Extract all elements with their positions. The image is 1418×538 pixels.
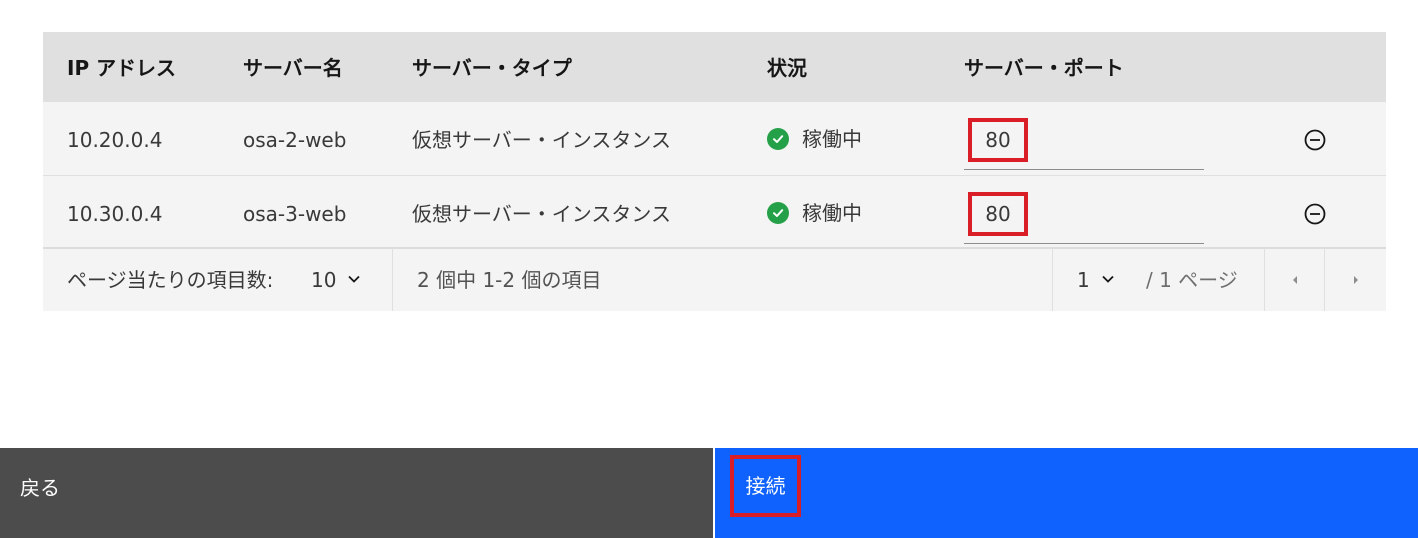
caret-right-icon xyxy=(1351,271,1361,290)
status-text: 稼働中 xyxy=(802,201,862,225)
items-per-page: ページ当たりの項目数: 10 xyxy=(43,249,393,311)
table-row: 10.20.0.4 osa-2-web 仮想サーバー・インスタンス 稼働中 80 xyxy=(43,102,1386,176)
page-select[interactable]: 1 xyxy=(1077,249,1116,311)
header-status: 状況 xyxy=(767,56,807,80)
previous-page-button[interactable] xyxy=(1265,249,1325,311)
server-port-field[interactable]: 80 xyxy=(964,176,1204,244)
chevron-down-icon xyxy=(346,249,362,311)
cell-server-name: osa-2-web xyxy=(243,128,347,152)
connect-button-label: 接続 xyxy=(730,455,801,517)
chevron-down-icon xyxy=(1100,268,1116,292)
page-selector: 1 / 1 ページ xyxy=(1052,249,1265,311)
table-header: IP アドレス サーバー名 サーバー・タイプ 状況 サーバー・ポート xyxy=(43,32,1386,102)
total-pages-text: / 1 ページ xyxy=(1146,268,1238,292)
subtract-circle-icon[interactable] xyxy=(1303,202,1327,226)
items-per-page-label: ページ当たりの項目数: xyxy=(67,268,274,292)
cell-server-type: 仮想サーバー・インスタンス xyxy=(412,128,671,152)
cell-status: 稼働中 xyxy=(767,102,862,176)
item-range-text: 2 個中 1-2 個の項目 xyxy=(417,268,602,292)
header-server-type: サーバー・タイプ xyxy=(412,56,572,80)
server-port-field[interactable]: 80 xyxy=(964,102,1204,170)
cell-ip: 10.30.0.4 xyxy=(67,202,163,226)
page-value: 1 xyxy=(1077,268,1090,292)
status-text: 稼働中 xyxy=(802,127,862,151)
server-table: IP アドレス サーバー名 サーバー・タイプ 状況 サーバー・ポート 10.20… xyxy=(43,32,1386,311)
back-button[interactable]: 戻る xyxy=(0,448,713,538)
items-per-page-value: 10 xyxy=(311,268,337,292)
header-server-name: サーバー名 xyxy=(243,56,343,80)
cell-server-type: 仮想サーバー・インスタンス xyxy=(412,202,671,226)
cell-ip: 10.20.0.4 xyxy=(67,128,163,152)
cell-status: 稼働中 xyxy=(767,176,862,250)
items-per-page-select[interactable]: 10 xyxy=(311,249,362,311)
caret-left-icon xyxy=(1290,271,1300,290)
next-page-button[interactable] xyxy=(1326,249,1386,311)
checkmark-filled-icon xyxy=(767,128,789,150)
server-port-input[interactable]: 80 xyxy=(968,118,1028,162)
subtract-circle-icon[interactable] xyxy=(1303,128,1327,152)
cell-server-name: osa-3-web xyxy=(243,202,347,226)
pagination: ページ当たりの項目数: 10 2 個中 1-2 個の項目 1 / 1 ページ xyxy=(43,249,1386,311)
header-ip-address: IP アドレス xyxy=(67,56,177,80)
action-footer: 戻る 接続 xyxy=(0,448,1418,538)
server-port-input[interactable]: 80 xyxy=(968,192,1028,236)
table-row: 10.30.0.4 osa-3-web 仮想サーバー・インスタンス 稼働中 80 xyxy=(43,176,1386,249)
checkmark-filled-icon xyxy=(767,202,789,224)
connect-button[interactable]: 接続 xyxy=(715,448,1418,538)
header-server-port: サーバー・ポート xyxy=(964,56,1124,80)
